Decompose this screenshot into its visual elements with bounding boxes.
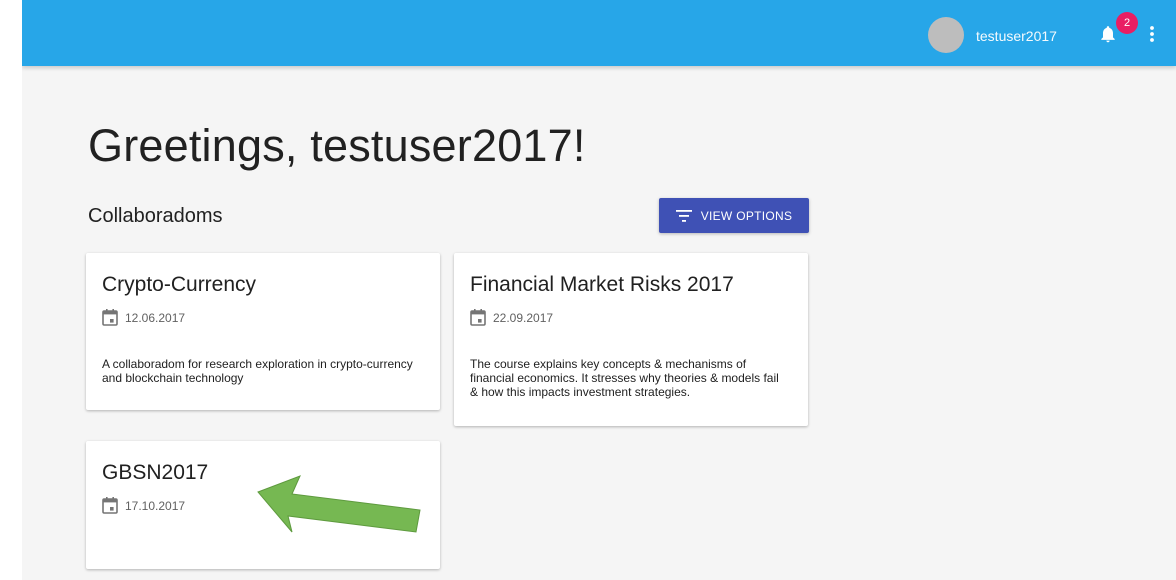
card-title: Financial Market Risks 2017	[470, 273, 734, 296]
card-date: 17.10.2017	[102, 497, 185, 514]
annotation-arrow-icon	[257, 475, 421, 533]
app-frame: testuser2017 2 Greetings, testuser2017! …	[22, 0, 1176, 580]
card-date-text: 22.09.2017	[493, 310, 554, 325]
notifications-bell-icon[interactable]	[1098, 24, 1118, 44]
top-app-bar: testuser2017 2	[22, 0, 1176, 66]
user-avatar[interactable]	[928, 17, 964, 53]
calendar-icon	[102, 309, 118, 326]
calendar-icon	[102, 497, 118, 514]
collaboradom-card[interactable]: Crypto-Currency 12.06.2017 A collaborado…	[86, 253, 440, 410]
card-description: The course explains key concepts & mecha…	[470, 357, 779, 399]
username-label[interactable]: testuser2017	[976, 27, 1057, 45]
view-options-label: VIEW OPTIONS	[700, 208, 793, 223]
card-date-text: 17.10.2017	[125, 498, 186, 513]
calendar-icon	[470, 309, 486, 326]
card-date: 12.06.2017	[102, 309, 185, 326]
card-date: 22.09.2017	[470, 309, 553, 326]
more-vert-icon[interactable]	[1148, 24, 1156, 44]
section-title-collaboradoms: Collaboradoms	[88, 205, 223, 227]
card-title: GBSN2017	[102, 461, 209, 484]
filter-list-icon	[675, 209, 692, 222]
notification-count-badge[interactable]: 2	[1116, 12, 1138, 34]
card-description: A collaboradom for research exploration …	[102, 357, 413, 385]
view-options-button[interactable]: VIEW OPTIONS	[659, 198, 809, 233]
page-greeting: Greetings, testuser2017!	[88, 120, 586, 171]
card-title: Crypto-Currency	[102, 273, 257, 296]
card-date-text: 12.06.2017	[125, 310, 186, 325]
collaboradom-card[interactable]: Financial Market Risks 2017 22.09.2017 T…	[454, 253, 808, 426]
